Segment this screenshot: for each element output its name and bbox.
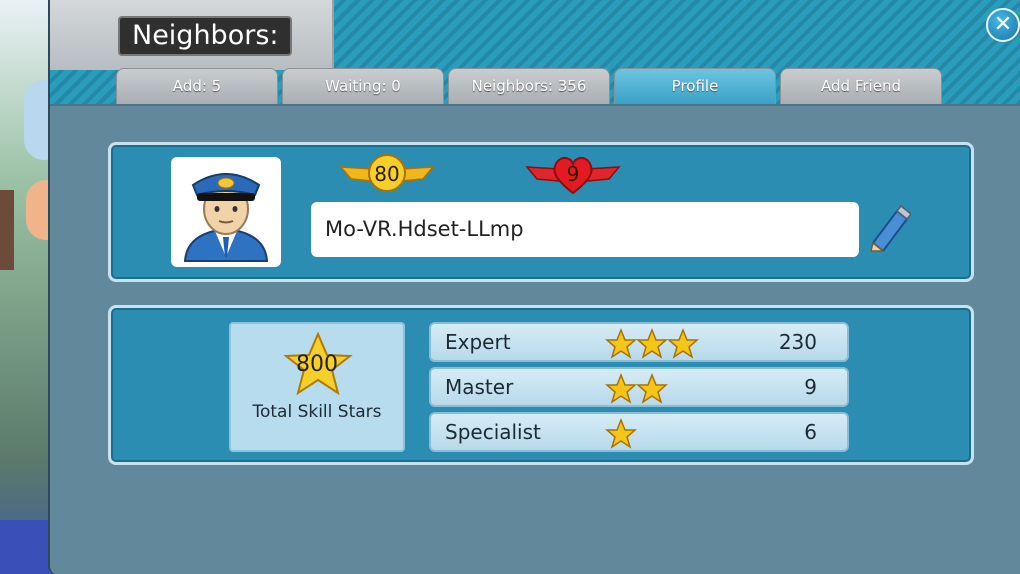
background-decoration	[0, 190, 14, 270]
skill-row-specialist: Specialist 6	[429, 412, 849, 452]
pencil-edit-icon[interactable]	[867, 205, 911, 253]
hearts-badge: 9	[525, 151, 621, 197]
dialog-title: Neighbors:	[118, 16, 293, 56]
tab-neighbors[interactable]: Neighbors: 356	[448, 68, 610, 104]
tab-bar: Add: 5 Waiting: 0 Neighbors: 356 Profile…	[116, 68, 942, 104]
skill-stars	[605, 418, 637, 450]
star-icon	[636, 373, 668, 404]
neighbors-dialog: Neighbors: ✕ Add: 5 Waiting: 0 Neighbors…	[48, 0, 1020, 574]
skill-stars-panel: 800 Total Skill Stars Expert 230 Master …	[108, 305, 974, 465]
star-icon	[667, 328, 699, 359]
tab-add[interactable]: Add: 5	[116, 68, 278, 104]
skill-label: Master	[445, 375, 514, 399]
star-icon	[605, 373, 637, 404]
tab-add-friend[interactable]: Add Friend	[780, 68, 942, 104]
pilot-avatar-icon	[183, 173, 269, 262]
close-icon: ✕	[993, 12, 1013, 37]
total-skill-stars-value: 800	[296, 352, 338, 377]
star-icon	[605, 328, 637, 359]
skill-value: 6	[804, 420, 817, 444]
skill-stars	[605, 373, 668, 405]
skill-row-expert: Expert 230	[429, 322, 849, 362]
skill-label: Specialist	[445, 420, 541, 444]
tab-divider	[50, 104, 1020, 106]
skill-value: 9	[804, 375, 817, 399]
total-skill-stars-label: Total Skill Stars	[252, 402, 382, 422]
total-skill-stars: 800 Total Skill Stars	[229, 322, 405, 452]
skill-stars	[605, 328, 699, 360]
skill-value: 230	[778, 330, 817, 354]
level-badge: 80	[339, 151, 435, 197]
player-name-field[interactable]: Mo-VR.Hdset-LLmp	[311, 202, 859, 257]
tab-profile[interactable]: Profile	[614, 68, 776, 104]
title-plate: Neighbors:	[50, 0, 334, 70]
hearts-value: 9	[566, 162, 580, 186]
avatar[interactable]	[171, 157, 281, 267]
tab-waiting[interactable]: Waiting: 0	[282, 68, 444, 104]
star-icon	[605, 418, 637, 449]
star-icon	[636, 328, 668, 359]
close-button[interactable]: ✕	[986, 8, 1020, 42]
level-value: 80	[374, 162, 400, 186]
profile-panel: 80 9 Mo-VR.Hdset-LLmp	[108, 142, 974, 282]
skill-label: Expert	[445, 330, 511, 354]
skill-row-master: Master 9	[429, 367, 849, 407]
